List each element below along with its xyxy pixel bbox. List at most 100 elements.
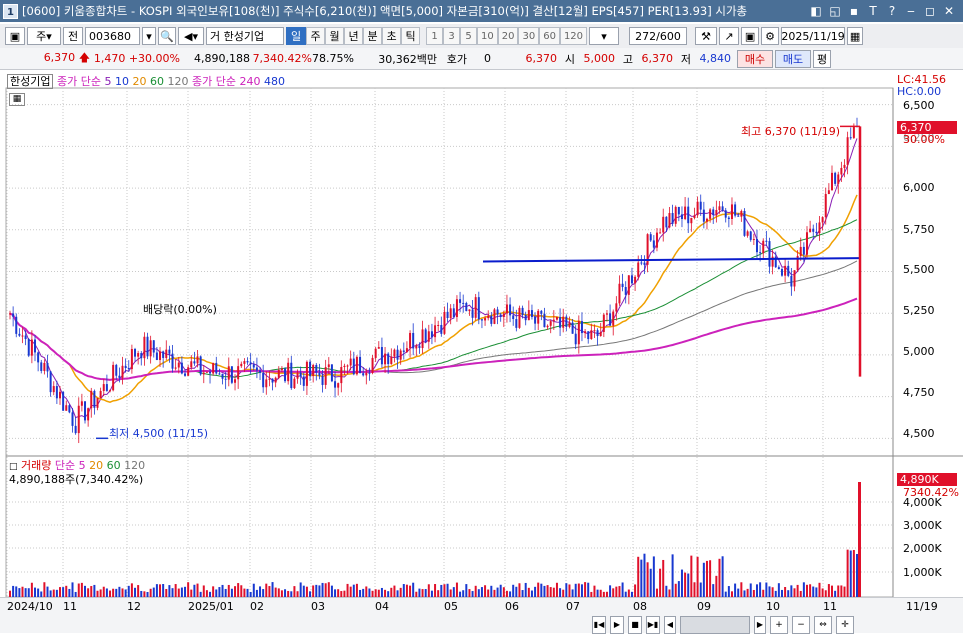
step-60[interactable]: 60 xyxy=(539,27,560,45)
disk-icon[interactable]: ▣ xyxy=(741,27,760,45)
search-icon[interactable]: 🔍 xyxy=(158,27,176,45)
avg-button[interactable]: 평 xyxy=(813,49,831,68)
stock-code-input[interactable]: 003680 xyxy=(85,27,140,45)
volume-bar xyxy=(671,554,674,597)
volume-bar xyxy=(402,584,405,597)
volume-bar xyxy=(599,589,602,597)
zoom-out-icon[interactable]: − xyxy=(792,615,810,634)
candle-body xyxy=(437,324,440,326)
data-count-field[interactable]: 272/600 xyxy=(629,27,688,45)
candle-body xyxy=(305,361,308,386)
candle-body xyxy=(43,362,46,371)
volume-bar xyxy=(265,583,268,597)
candle-body xyxy=(449,308,452,319)
calendar-icon[interactable]: ▦ xyxy=(847,27,864,45)
volume-bar xyxy=(852,550,855,597)
zoom-in-icon[interactable]: + xyxy=(770,615,788,634)
price-volume-chart[interactable] xyxy=(0,70,963,598)
candle-body xyxy=(265,379,268,388)
step-1[interactable]: 1 xyxy=(426,27,443,45)
volume-bar xyxy=(137,585,140,597)
help-icon[interactable]: ? xyxy=(884,3,900,19)
step-3[interactable]: 3 xyxy=(443,27,460,45)
fit-icon[interactable]: ⇔ xyxy=(814,615,832,634)
save-icon[interactable]: ▪ xyxy=(846,3,862,19)
play-icon[interactable]: ▶ xyxy=(610,615,624,634)
candle-body xyxy=(193,361,196,364)
candle-body xyxy=(699,201,702,210)
high-annotation: 최고 6,370 (11/19) xyxy=(741,125,841,138)
volume-bar xyxy=(174,584,177,597)
period-second-tab[interactable]: 초 xyxy=(382,27,401,45)
chart-menu-icon[interactable]: ▣ xyxy=(5,27,25,45)
draw-icon[interactable]: ↗ xyxy=(719,27,740,45)
settings-gear-icon[interactable]: ⚙ xyxy=(761,27,780,45)
candle-body xyxy=(815,231,818,234)
volume-bar xyxy=(427,584,430,597)
candle-body xyxy=(427,331,430,342)
candle-body xyxy=(568,322,571,327)
window-title: [0600] 키움종합차트 - KOSPI 외국인보유[108(천)] 주식수[… xyxy=(22,4,748,18)
candle-body xyxy=(537,310,540,324)
buy-button[interactable]: 매수 xyxy=(737,49,773,68)
maximize-button[interactable]: ◻ xyxy=(922,3,938,19)
volume-bar xyxy=(709,560,712,597)
scroll-right-icon[interactable]: ▶ xyxy=(754,615,766,634)
stop-icon[interactable]: ■ xyxy=(628,615,642,634)
step-5[interactable]: 5 xyxy=(460,27,477,45)
sell-button[interactable]: 매도 xyxy=(775,49,811,68)
candle-body xyxy=(821,217,824,223)
step-custom-select[interactable]: ▾ xyxy=(589,27,620,45)
candle-body xyxy=(680,214,683,220)
candle-body xyxy=(315,364,318,373)
stock-name-field[interactable]: 거 한성기업 xyxy=(206,27,284,45)
period-month-tab[interactable]: 월 xyxy=(325,27,344,45)
step-30[interactable]: 30 xyxy=(518,27,540,45)
minimize-button[interactable]: ‒ xyxy=(903,3,919,19)
layout-icon[interactable]: ◧ xyxy=(808,3,824,19)
tools-icon[interactable]: ⚒ xyxy=(695,27,718,45)
sound-icon[interactable]: ◀▾ xyxy=(178,27,204,45)
period-week-tab[interactable]: 주 xyxy=(306,27,325,45)
candle-body xyxy=(565,316,568,327)
volume-bar xyxy=(102,586,105,597)
candle-body xyxy=(615,303,618,312)
volume-bar xyxy=(474,585,477,597)
candle-body xyxy=(215,362,218,374)
date-field[interactable]: 2025/11/19 xyxy=(781,27,846,45)
split-icon[interactable]: ◱ xyxy=(827,3,843,19)
candle-body xyxy=(618,283,621,304)
candle-body xyxy=(852,125,855,138)
horizontal-scrollbar[interactable] xyxy=(680,615,750,634)
table-icon[interactable]: ▦ xyxy=(9,93,25,106)
period-minute-tab[interactable]: 분 xyxy=(363,27,382,45)
period-tick-tab[interactable]: 틱 xyxy=(401,27,420,45)
volume-bar xyxy=(27,588,30,597)
window-number: 1 xyxy=(3,3,18,19)
text-icon[interactable]: T xyxy=(865,3,881,19)
candle-body xyxy=(221,373,224,379)
candle-body xyxy=(715,210,718,215)
step-10[interactable]: 10 xyxy=(477,27,498,45)
market-select[interactable]: 주 ▾ xyxy=(27,27,61,45)
step-20[interactable]: 20 xyxy=(497,27,519,45)
all-button[interactable]: 전 xyxy=(63,27,83,45)
candle-body xyxy=(227,366,230,380)
period-year-tab[interactable]: 년 xyxy=(344,27,363,45)
next-icon[interactable]: ▶▮ xyxy=(646,615,660,634)
crosshair-icon[interactable]: ✛ xyxy=(836,615,854,634)
volume-bar xyxy=(224,588,227,597)
code-dropdown-icon[interactable]: ▾ xyxy=(142,27,156,45)
close-button[interactable]: ✕ xyxy=(941,3,957,19)
prev-icon[interactable]: ▮◀ xyxy=(592,615,606,634)
last-volume-badge: 4,890K xyxy=(897,473,957,486)
legend-ma-label: 종가 단순 xyxy=(56,75,101,88)
candle-body xyxy=(330,364,333,382)
last-volume-pct: 7340.42% xyxy=(903,486,959,499)
step-120[interactable]: 120 xyxy=(559,27,588,45)
scroll-left-icon[interactable]: ◀ xyxy=(664,615,676,634)
chart-area[interactable]: 한성기업 종가 단순 5 10 20 60 120 종가 단순 240 480 … xyxy=(0,70,963,598)
candle-body xyxy=(274,377,277,383)
legend-ma120: 120 xyxy=(167,75,189,88)
period-day-tab[interactable]: 일 xyxy=(286,27,306,45)
